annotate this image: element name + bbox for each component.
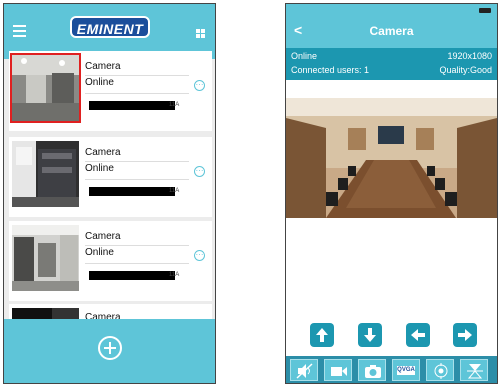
pan-right-button[interactable] <box>453 323 477 347</box>
camera-name: Camera <box>85 231 121 242</box>
more-options-icon[interactable]: ··· <box>194 250 205 261</box>
camera-card[interactable]: Camera Online 11A ··· <box>9 51 212 131</box>
menu-icon[interactable] <box>13 25 26 37</box>
camera-id-suffix: 11A <box>169 272 180 278</box>
qvga-label: QVGA <box>397 366 415 375</box>
camera-toolbar: QVGA <box>286 356 497 383</box>
battery-icon <box>479 8 491 13</box>
camera-name: Camera <box>85 147 121 158</box>
camera-card[interactable]: Camera Online 11A ··· <box>9 221 212 301</box>
record-video-icon[interactable] <box>324 359 352 381</box>
bottom-bar <box>4 319 215 383</box>
pan-left-button[interactable] <box>406 323 430 347</box>
mute-audio-icon[interactable] <box>290 359 318 381</box>
redacted-camera-id <box>89 101 175 110</box>
camera-thumbnail[interactable] <box>12 141 79 207</box>
pan-down-button[interactable] <box>358 323 382 347</box>
camera-live-screen: < Camera Online 1920x1080 Connected user… <box>285 3 498 384</box>
camera-id-suffix: 11A <box>169 102 180 108</box>
brand-logo: EMINENT <box>70 16 150 38</box>
page-title: Camera <box>369 24 414 38</box>
stream-info-bar: Online 1920x1080 Connected users: 1 Qual… <box>286 48 497 80</box>
camera-status: Online <box>85 247 114 258</box>
pan-up-button[interactable] <box>310 323 334 347</box>
camera-id-suffix: 11A <box>169 188 180 194</box>
camera-thumbnail[interactable] <box>12 225 79 291</box>
more-options-icon[interactable]: ··· <box>194 80 205 91</box>
more-options-icon[interactable]: ··· <box>194 166 205 177</box>
app-header: < Camera <box>286 4 497 48</box>
redacted-camera-id <box>89 187 175 196</box>
resolution-label: 1920x1080 <box>447 51 492 61</box>
camera-card[interactable]: Camera Online 11A ··· <box>9 137 212 217</box>
live-video-feed[interactable] <box>286 98 497 218</box>
camera-list-screen: EMINENT Camera Online 11A ··· Camera Onl… <box>3 3 216 384</box>
snapshot-camera-icon[interactable] <box>358 359 386 381</box>
preset-position-icon[interactable] <box>426 359 454 381</box>
quality-label: Quality:Good <box>439 65 492 75</box>
connected-users-label: Connected users: 1 <box>291 65 370 75</box>
resolution-qvga-button[interactable]: QVGA <box>392 359 420 381</box>
camera-status: Online <box>85 163 114 174</box>
grid-view-icon[interactable] <box>196 29 205 38</box>
connection-status: Online <box>291 51 318 61</box>
camera-name: Camera <box>85 61 121 72</box>
camera-thumbnail[interactable] <box>10 53 81 123</box>
add-camera-icon[interactable] <box>98 336 122 360</box>
camera-status: Online <box>85 77 114 88</box>
flip-image-icon[interactable] <box>460 359 488 381</box>
redacted-camera-id <box>89 271 175 280</box>
